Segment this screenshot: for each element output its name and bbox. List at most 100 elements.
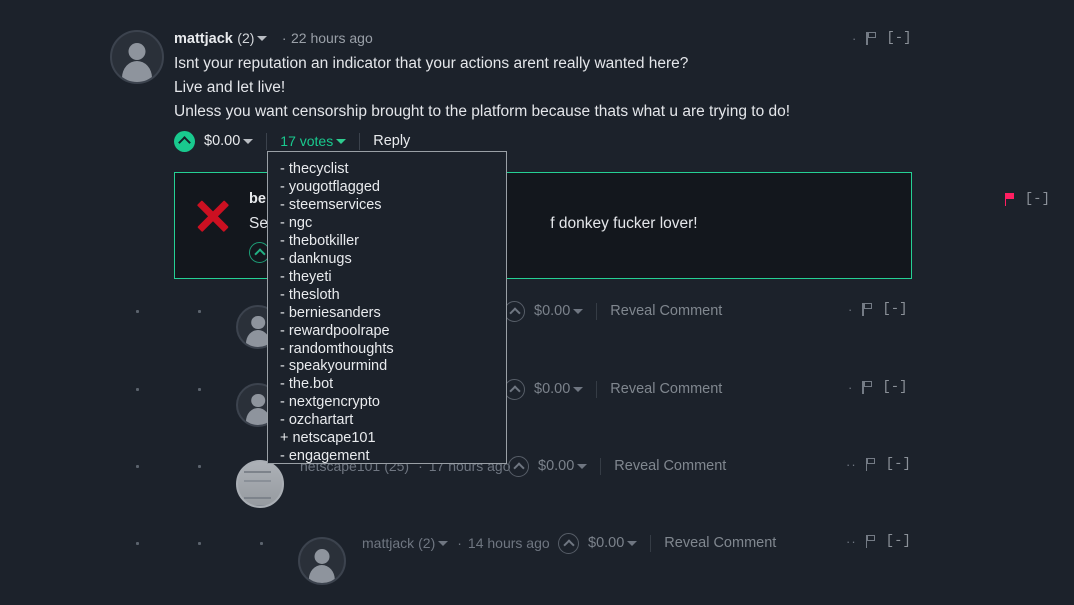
divider	[650, 534, 652, 552]
payout-chevron-down-icon[interactable]	[573, 386, 584, 392]
collapse-toggle[interactable]: [-]	[882, 379, 907, 395]
collapse-toggle[interactable]: [-]	[886, 533, 911, 549]
divider	[596, 380, 598, 398]
comment-timestamp: 22 hours ago	[291, 30, 373, 46]
flag-icon[interactable]	[865, 534, 877, 548]
voter-list-item[interactable]: - engagement	[280, 448, 506, 463]
voter-list-item[interactable]: + netscape101	[280, 430, 506, 448]
upvote-icon[interactable]	[504, 300, 525, 322]
voter-list-item[interactable]: - speakyourmind	[280, 358, 506, 376]
avatar-photo	[238, 462, 282, 506]
flag-icon[interactable]	[865, 457, 877, 471]
upvote-icon[interactable]	[174, 130, 195, 152]
reply-button[interactable]: Reply	[373, 133, 410, 149]
voter-list-item[interactable]: - randomthoughts	[280, 341, 506, 359]
voter-list-item[interactable]: - rewardpoolrape	[280, 323, 506, 341]
thread-indent-dot	[198, 310, 201, 313]
payout-amount: $0.00	[204, 133, 241, 149]
flag-icon[interactable]	[862, 380, 873, 394]
voter-list-item[interactable]: - thecyclist	[280, 161, 506, 179]
collapse-toggle[interactable]: [-]	[1025, 191, 1050, 207]
voter-list-item[interactable]: - yougotflagged	[280, 179, 506, 197]
voter-list-item[interactable]: - thebotkiller	[280, 233, 506, 251]
thread-indent-dot	[136, 310, 139, 313]
author-reputation: (2)	[418, 535, 436, 551]
reply-action-bar: $0.00 Reveal Comment	[558, 531, 776, 555]
payout-amount: $0.00	[534, 381, 571, 397]
highlighted-author-text: be	[249, 191, 266, 207]
voter-list-item[interactable]: - danknugs	[280, 251, 506, 269]
upvote-icon[interactable]	[508, 455, 529, 477]
comment-author[interactable]: mattjack	[362, 535, 414, 551]
reply-right-controls: · [-]	[848, 379, 908, 395]
more-options-icon[interactable]: ··	[846, 458, 857, 471]
divider	[596, 302, 598, 320]
comment-body-line: Live and let live!	[174, 79, 286, 96]
more-options-icon[interactable]: ··	[846, 535, 857, 548]
payout-chevron-down-icon[interactable]	[577, 463, 588, 469]
more-options-icon[interactable]: ·	[852, 32, 857, 45]
voter-list-item[interactable]: - berniesanders	[280, 305, 506, 323]
reveal-comment-button[interactable]: Reveal Comment	[664, 535, 776, 551]
more-options-icon[interactable]: ·	[848, 303, 853, 316]
comment-body-line: Unless you want censorship brought to th…	[174, 103, 791, 120]
thread-indent-dot	[198, 542, 201, 545]
chevron-down-icon[interactable]	[257, 36, 268, 42]
payout-amount: $0.00	[588, 535, 625, 551]
reply-action-bar: $0.00 Reveal Comment	[504, 299, 722, 323]
chevron-up-glyph	[178, 136, 191, 149]
reveal-comment-button[interactable]: Reveal Comment	[610, 303, 722, 319]
voters-dropdown[interactable]: - thecyclist - yougotflagged - steemservic…	[267, 151, 507, 464]
collapse-toggle[interactable]: [-]	[882, 301, 907, 317]
voter-list-item[interactable]: - steemservices	[280, 197, 506, 215]
meta-separator: ·	[281, 30, 287, 46]
comment-timestamp: 14 hours ago	[467, 535, 550, 551]
payout-chevron-down-icon[interactable]	[573, 308, 584, 314]
reply-right-controls: ·· [-]	[846, 456, 911, 472]
meta-separator: ·	[457, 535, 462, 551]
chevron-up-glyph	[253, 248, 266, 260]
payout-chevron-down-icon[interactable]	[627, 540, 638, 546]
thread-indent-dot	[136, 542, 139, 545]
collapse-toggle[interactable]: [-]	[886, 30, 911, 46]
reply-action-bar: $0.00 Reveal Comment	[508, 454, 726, 478]
reveal-comment-button[interactable]: Reveal Comment	[610, 381, 722, 397]
voter-list-item[interactable]: - theyeti	[280, 269, 506, 287]
avatar[interactable]	[298, 537, 346, 585]
voter-list-item[interactable]: - nextgencrypto	[280, 394, 506, 412]
payout-amount: $0.00	[534, 303, 571, 319]
votes-chevron-down-icon[interactable]	[336, 138, 347, 144]
more-options-icon[interactable]: ·	[848, 381, 853, 394]
thread-indent-dot	[198, 465, 201, 468]
payout-chevron-down-icon[interactable]	[243, 138, 254, 144]
reply-right-controls: · [-]	[848, 301, 908, 317]
voter-list-item[interactable]: - ngc	[280, 215, 506, 233]
highlighted-right-controls: [-]	[1004, 191, 1050, 207]
reply-right-controls: ·· [-]	[846, 533, 911, 549]
reply-action-bar: $0.00 Reveal Comment	[504, 377, 722, 401]
thread-indent-dot	[260, 542, 263, 545]
flag-icon[interactable]	[866, 31, 877, 45]
chevron-down-icon[interactable]	[438, 540, 449, 546]
avatar[interactable]	[236, 460, 284, 508]
voter-list-item[interactable]: - thesloth	[280, 287, 506, 305]
list-item: mattjack (2) · 14 hours ago $0.00 Reveal…	[130, 522, 920, 585]
upvote-icon[interactable]	[504, 378, 525, 400]
flag-icon[interactable]	[862, 302, 873, 316]
close-icon[interactable]	[193, 196, 233, 236]
avatar[interactable]	[110, 30, 164, 84]
thread-indent-dot	[136, 465, 139, 468]
list-item: netscape101 (25) · 17 hours ago $0.00 Re…	[130, 445, 920, 508]
thread-indent-dot	[136, 388, 139, 391]
votes-count[interactable]: 17 votes	[280, 133, 333, 149]
collapse-toggle[interactable]: [-]	[886, 456, 911, 472]
comment-author[interactable]: mattjack	[174, 31, 233, 47]
comment-thread-page: mattjack (2) · 22 hours ago Isnt your re…	[0, 0, 1074, 605]
reply-header: mattjack (2) · 14 hours ago	[362, 531, 550, 555]
reveal-comment-button[interactable]: Reveal Comment	[614, 458, 726, 474]
upvote-icon[interactable]	[558, 532, 579, 554]
voter-list-item[interactable]: - ozchartart	[280, 412, 506, 430]
voter-list-item[interactable]: - the.bot	[280, 376, 506, 394]
highlighted-comment-author: be	[249, 190, 266, 208]
flag-icon[interactable]	[1004, 192, 1016, 206]
